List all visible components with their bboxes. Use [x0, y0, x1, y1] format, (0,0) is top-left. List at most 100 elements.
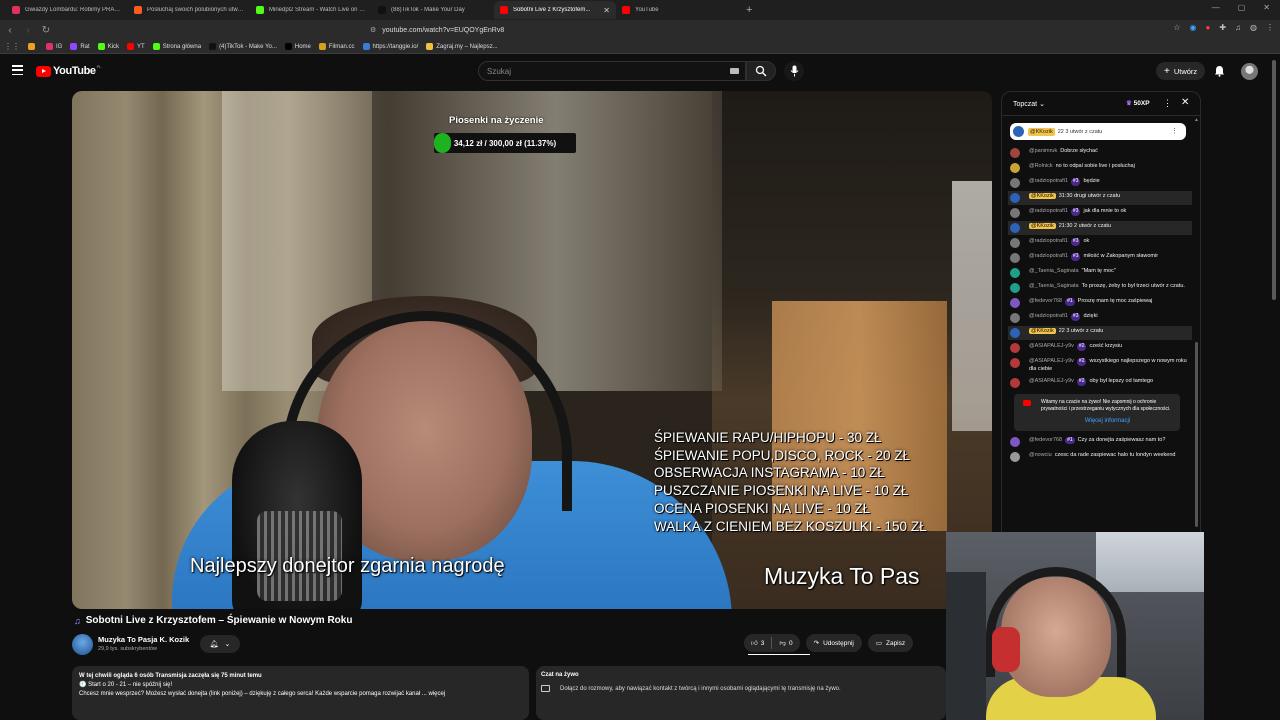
- search-input[interactable]: Szukaj: [478, 61, 746, 81]
- chat-message[interactable]: @ASIAPALEJ-y9v #2 cześć krzysiu: [1008, 341, 1192, 355]
- create-button[interactable]: + Utwórz: [1156, 62, 1206, 80]
- chat-message[interactable]: @radziopotrafi1 #3 będzie: [1008, 176, 1192, 190]
- chat-points-badge[interactable]: ♛ 50XP: [1126, 99, 1150, 107]
- bookmark-item[interactable]: https://tanggie.io/: [362, 43, 418, 50]
- chat-author[interactable]: @fedevor768: [1029, 298, 1062, 304]
- url-bar[interactable]: ⚙ youtube.com/watch?v=EUQOYgEnRv8: [370, 22, 910, 38]
- chat-message[interactable]: @_Taenia_Saginata "Mam tę moc": [1008, 266, 1192, 280]
- chat-author[interactable]: @radziopotrafi1: [1029, 178, 1068, 184]
- browser-tab[interactable]: Minedpl2 Stream - Watch Live on Ki...: [250, 1, 372, 19]
- chat-message[interactable]: @panimruk Dobrze słychać: [1008, 146, 1192, 160]
- bookmark-item[interactable]: [28, 43, 38, 50]
- browser-tab[interactable]: Gwiazdy Lombardu: Robimy PRAWDZ...: [6, 1, 128, 19]
- chat-message[interactable]: @fedevor768 #1 Czy za donejta zaśpiewasz n…: [1008, 435, 1192, 449]
- chat-author[interactable]: @KKozik: [1029, 193, 1056, 199]
- like-button[interactable]: 👍︎ 3: [744, 639, 771, 648]
- subscribe-notifications-button[interactable]: 🔔︎ ⌄: [200, 635, 240, 653]
- chat-mode-dropdown[interactable]: Topczat ⌄: [1013, 100, 1045, 108]
- menu-kebab-icon[interactable]: ⋮: [1266, 23, 1274, 32]
- chat-message[interactable]: @ASIAPALEJ-y9v #2 wszystkiego najlepszego …: [1008, 356, 1192, 375]
- site-info-icon[interactable]: ⚙: [370, 26, 376, 34]
- music-icon[interactable]: ♫: [1235, 23, 1241, 32]
- hamburger-menu-icon[interactable]: [12, 65, 23, 75]
- browser-tab[interactable]: Posłuchaj swoich polubionych utwor...: [128, 1, 250, 19]
- chat-author[interactable]: @_Taenia_Saginata: [1029, 268, 1079, 274]
- browser-tab[interactable]: (88)TikTok - Make Your Day: [372, 1, 494, 19]
- bookmark-item[interactable]: Rat: [70, 43, 90, 50]
- search-button[interactable]: [746, 61, 776, 81]
- back-icon[interactable]: ‹: [2, 25, 18, 36]
- puzzle-icon[interactable]: ✚: [1219, 23, 1226, 32]
- chat-close-icon[interactable]: ✕: [1181, 97, 1189, 108]
- chat-author[interactable]: @panimruk: [1029, 148, 1057, 154]
- bookmark-item[interactable]: Strona główna: [152, 43, 201, 50]
- chat-author[interactable]: @_Taenia_Saginata: [1029, 283, 1079, 289]
- bookmark-item[interactable]: (4)TikTok - Make Yo...: [209, 43, 277, 50]
- chat-message[interactable]: @radziopotrafi1 #3 dzięki: [1008, 311, 1192, 325]
- dislike-button[interactable]: 👎︎ 0: [772, 639, 799, 648]
- chat-author[interactable]: @radziopotrafi1: [1029, 208, 1068, 214]
- close-tab-icon[interactable]: ✕: [603, 6, 610, 15]
- new-tab-button[interactable]: +: [746, 4, 752, 16]
- chat-message[interactable]: @radziopotrafi1 #3 ok: [1008, 236, 1192, 250]
- pinned-more-icon[interactable]: ⋮: [1171, 127, 1178, 135]
- reload-icon[interactable]: ↻: [38, 25, 54, 36]
- chat-author[interactable]: @ASIAPALEJ-y9v: [1029, 378, 1074, 384]
- tab-favicon-icon: [500, 6, 508, 14]
- maximize-icon[interactable]: ▢: [1238, 3, 1246, 12]
- chat-author[interactable]: @radziopotrafi1: [1029, 313, 1068, 319]
- chat-author[interactable]: @fedevor768: [1029, 437, 1062, 443]
- chat-message[interactable]: @_Taenia_Saginata To proszę, żeby to był …: [1008, 281, 1192, 295]
- more-info-link[interactable]: Więcej informacji: [1041, 418, 1174, 425]
- bookmark-item[interactable]: Home: [284, 43, 311, 50]
- chat-message[interactable]: @ASIAPALEJ-y9v #2 oby był lepszy od tamteg…: [1008, 376, 1192, 390]
- chat-author[interactable]: @KKozik: [1029, 328, 1056, 334]
- page-scrollbar[interactable]: [1272, 60, 1276, 300]
- browser-tab[interactable]: Sobotni Live z Krzysztofem... ✕: [494, 1, 616, 19]
- youtube-logo[interactable]: YouTube PL: [36, 64, 102, 77]
- chat-message[interactable]: @radziopotrafi1 #3 miłość w Zakopanym sław…: [1008, 251, 1192, 265]
- forward-icon[interactable]: ›: [20, 25, 36, 36]
- apps-grid-icon[interactable]: ⋮⋮: [4, 42, 20, 51]
- chat-more-icon[interactable]: ⋮: [1163, 98, 1172, 109]
- chat-message[interactable]: @radziopotrafi1 #3 jak dla mnie to ok: [1008, 206, 1192, 220]
- chat-message[interactable]: @Rolnick no to odpal sobie live i posłuch…: [1008, 161, 1192, 175]
- channel-avatar[interactable]: [72, 634, 93, 655]
- chat-message[interactable]: @KKozik 22 3 utwór z czatu: [1008, 326, 1192, 340]
- chat-author[interactable]: @radziopotrafi1: [1029, 253, 1068, 259]
- record-icon[interactable]: ●: [1205, 23, 1210, 32]
- keyboard-icon[interactable]: [730, 68, 739, 74]
- bookmark-item[interactable]: Zagraj.my – Najlepsz...: [426, 43, 498, 50]
- chat-message[interactable]: @nowciu czesc da rade zaspiewac halo tu l…: [1008, 450, 1192, 464]
- video-player[interactable]: Piosenki na życzenie 34,12 zł / 300,00 z…: [72, 91, 992, 609]
- extension-icon[interactable]: ◉: [1189, 23, 1196, 32]
- chat-message[interactable]: @KKozik 21:30 2 utwór z czatu: [1008, 221, 1192, 235]
- chat-author[interactable]: @radziopotrafi1: [1029, 238, 1068, 244]
- browser-tab[interactable]: YouTube: [616, 1, 738, 19]
- chat-author[interactable]: @ASIAPALEJ-y9v: [1029, 343, 1074, 349]
- chat-author[interactable]: @Rolnick: [1029, 163, 1053, 169]
- close-window-icon[interactable]: ✕: [1263, 3, 1270, 12]
- minimize-icon[interactable]: —: [1212, 3, 1220, 12]
- profile-icon[interactable]: ◍: [1250, 23, 1257, 32]
- notifications-bell-icon[interactable]: [1214, 65, 1225, 77]
- channel-name[interactable]: Muzyka To Pasja K. Kozik: [98, 635, 189, 644]
- account-avatar[interactable]: [1241, 63, 1258, 80]
- bookmark-star-icon[interactable]: ☆: [1173, 23, 1180, 32]
- chat-message[interactable]: @fedevor768 #1 Proszę mam tę moc zaśpiewaj: [1008, 296, 1192, 310]
- bookmark-item[interactable]: IG: [46, 43, 62, 50]
- video-description[interactable]: W tej chwili ogląda 6 osób Transmisja za…: [72, 666, 529, 720]
- chat-author[interactable]: @KKozik: [1029, 223, 1056, 229]
- pinned-message[interactable]: @KKozik 22 3 utwór z czatu ⋮: [1010, 123, 1186, 140]
- chat-scroll-up-icon[interactable]: ▲: [1194, 117, 1199, 123]
- share-button[interactable]: ↷ Udostępnij: [805, 634, 862, 652]
- chat-author[interactable]: @nowciu: [1029, 452, 1052, 458]
- bookmark-item[interactable]: Filman.cc: [318, 43, 355, 50]
- chat-author[interactable]: @ASIAPALEJ-y9v: [1029, 358, 1074, 364]
- voice-search-button[interactable]: [784, 61, 804, 81]
- save-button[interactable]: ▭ Zapisz: [867, 634, 914, 652]
- chat-scrollbar[interactable]: [1195, 342, 1198, 527]
- bookmark-item[interactable]: YT: [127, 43, 145, 50]
- bookmark-item[interactable]: Kick: [97, 43, 119, 50]
- chat-message[interactable]: @KKozik 31:30 drugi utwór z czatu: [1008, 191, 1192, 205]
